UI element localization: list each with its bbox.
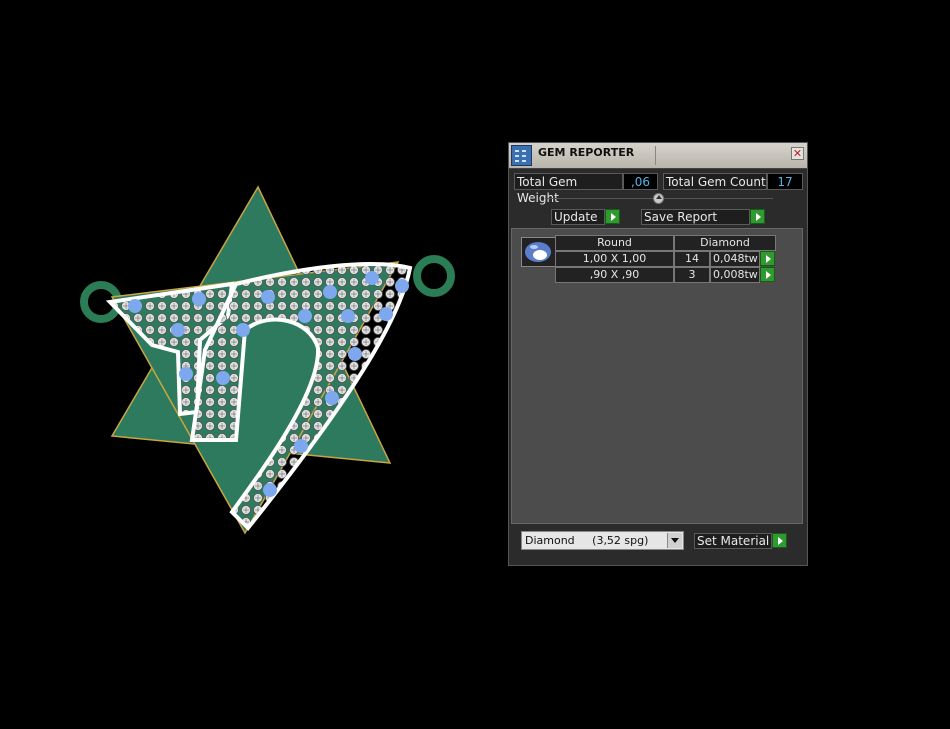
row-size: 1,00 X 1,00 xyxy=(555,251,674,267)
row-count: 3 xyxy=(674,267,710,283)
titlebar[interactable]: GEM REPORTER ✕ xyxy=(509,143,807,169)
update-arrow-icon[interactable] xyxy=(605,209,620,224)
save-report-button[interactable]: Save Report xyxy=(641,209,750,225)
row-weight: 0,048tw xyxy=(710,251,760,267)
material-selected: Diamond (3,52 spg) xyxy=(525,534,649,547)
row-arrow-icon[interactable] xyxy=(760,267,775,282)
update-button[interactable]: Update xyxy=(551,209,605,225)
row-size: ,90 X ,90 xyxy=(555,267,674,283)
gem-reporter-panel: GEM REPORTER ✕ Total Gem Weight ,06 Tota… xyxy=(508,142,808,566)
total-gem-count-label: Total Gem Count xyxy=(663,173,767,190)
window-title: GEM REPORTER xyxy=(538,146,635,159)
chevron-down-icon[interactable] xyxy=(667,533,682,548)
header-round: Round xyxy=(555,235,674,251)
row-weight: 0,008tw xyxy=(710,267,760,283)
jewelry-model[interactable] xyxy=(80,185,455,535)
total-gem-count-value: 17 xyxy=(767,173,803,190)
save-report-arrow-icon[interactable] xyxy=(750,209,765,224)
total-gem-weight-label: Total Gem Weight xyxy=(514,173,623,205)
total-gem-weight-value: ,06 xyxy=(623,173,658,190)
round-diamond-icon xyxy=(521,237,556,267)
close-button[interactable]: ✕ xyxy=(791,147,804,160)
row-count: 14 xyxy=(674,251,710,267)
gem-list[interactable]: Round Diamond 1,00 X 1,00 14 0,048tw ,90… xyxy=(511,228,803,524)
set-material-button[interactable]: Set Material xyxy=(694,533,772,549)
set-material-arrow-icon[interactable] xyxy=(772,533,787,548)
title-separator xyxy=(655,146,656,165)
gem-reporter-icon xyxy=(511,145,532,166)
right-jump-ring xyxy=(413,255,455,297)
header-diamond: Diamond xyxy=(674,235,776,251)
material-dropdown[interactable]: Diamond (3,52 spg) xyxy=(521,531,684,550)
row-arrow-icon[interactable] xyxy=(760,251,775,266)
splitter-handle[interactable] xyxy=(653,193,664,204)
